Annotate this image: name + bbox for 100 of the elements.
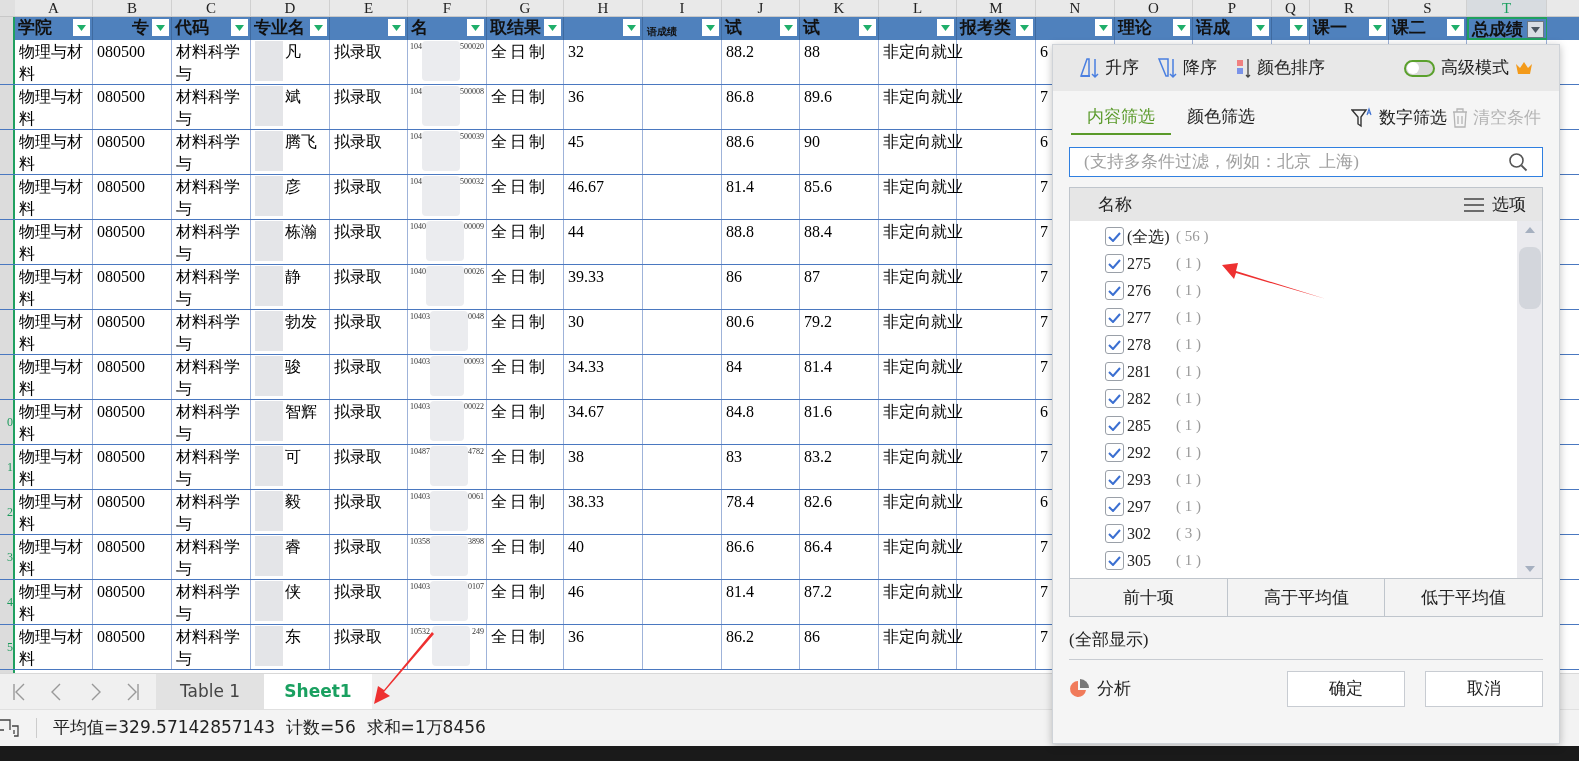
row-header[interactable] — [0, 355, 15, 399]
filter-dropdown-button[interactable] — [1252, 19, 1269, 36]
column-letter[interactable]: E — [330, 0, 408, 16]
toggle-switch[interactable] — [1404, 59, 1435, 77]
column-letter[interactable]: H — [564, 0, 643, 16]
filter-list-item[interactable]: 276 ( 1 ) — [1105, 277, 1255, 304]
filter-dropdown-button[interactable] — [231, 19, 248, 36]
filter-dropdown-button[interactable] — [702, 19, 719, 36]
cancel-button[interactable]: 取消 — [1425, 670, 1543, 707]
scroll-down-icon[interactable] — [1524, 566, 1535, 572]
filter-dropdown-button[interactable] — [1527, 21, 1544, 38]
checkbox[interactable] — [1105, 281, 1124, 300]
check-icon — [1108, 555, 1121, 566]
filter-dropdown-button[interactable] — [73, 19, 90, 36]
filter-list-item[interactable]: 285 ( 1 ) — [1105, 412, 1255, 439]
checkbox[interactable] — [1105, 416, 1124, 435]
dropdown-arrow-icon — [1451, 24, 1460, 31]
filter-tab[interactable]: 颜色筛选 — [1171, 101, 1271, 135]
search-field[interactable]: (支持多条件过滤，例如：北京 上海) — [1069, 147, 1543, 177]
column-letter[interactable]: J — [722, 0, 800, 16]
filter-list-item[interactable]: 292 ( 1 ) — [1105, 439, 1255, 466]
filter-list-item[interactable]: 302 ( 3 ) — [1105, 520, 1255, 547]
checkbox[interactable] — [1105, 362, 1124, 381]
row-header[interactable] — [0, 265, 15, 309]
sort-button[interactable]: 升序 — [1079, 55, 1139, 81]
row-header[interactable] — [0, 220, 15, 264]
table-cell: 81.4 — [726, 583, 754, 600]
column-letter[interactable]: B — [93, 0, 172, 16]
checkbox[interactable] — [1105, 443, 1124, 462]
filter-dropdown-button[interactable] — [623, 19, 640, 36]
filter-list-item[interactable]: 293 ( 1 ) — [1105, 466, 1255, 493]
sheet-tab[interactable]: Table 1 — [156, 674, 264, 709]
analyze-button[interactable]: 分析 — [1069, 675, 1131, 702]
table-cell: 00093 — [464, 356, 484, 368]
first-sheet-icon[interactable] — [12, 682, 26, 701]
filter-dropdown-button[interactable] — [1447, 19, 1464, 36]
row-header[interactable] — [0, 17, 15, 40]
filter-dropdown-button[interactable] — [544, 19, 561, 36]
column-letter[interactable]: O — [1115, 0, 1193, 16]
filter-dropdown-button[interactable] — [859, 19, 876, 36]
sort-button[interactable]: 降序 — [1157, 55, 1217, 81]
column-letter[interactable]: G — [487, 0, 564, 16]
row-header[interactable] — [0, 40, 15, 84]
checkbox[interactable] — [1105, 470, 1124, 489]
sort-button[interactable]: 颜色排序 — [1235, 55, 1325, 81]
scroll-up-icon[interactable] — [1524, 227, 1535, 233]
filter-dropdown-button[interactable] — [310, 19, 327, 36]
filter-dropdown-button[interactable] — [388, 19, 405, 36]
column-letter[interactable]: I — [643, 0, 722, 16]
filter-dropdown-button[interactable] — [467, 19, 484, 36]
filter-dropdown-button[interactable] — [1016, 19, 1033, 36]
checkbox[interactable] — [1105, 335, 1124, 354]
checkbox[interactable] — [1105, 497, 1124, 516]
ok-button[interactable]: 确定 — [1287, 670, 1405, 707]
last-sheet-icon[interactable] — [126, 682, 140, 701]
filter-dropdown-button[interactable] — [937, 19, 954, 36]
column-letter[interactable]: C — [172, 0, 251, 16]
filter-dropdown-button[interactable] — [1173, 19, 1190, 36]
column-letter[interactable]: R — [1310, 0, 1389, 16]
column-letter[interactable]: L — [879, 0, 957, 16]
column-letter[interactable]: F — [408, 0, 487, 16]
checkbox[interactable] — [1105, 524, 1124, 543]
filter-list-item[interactable]: (全选) ( 56 ) — [1105, 223, 1255, 250]
blurred-area — [255, 446, 283, 486]
row-header[interactable] — [0, 175, 15, 219]
column-letter[interactable]: M — [957, 0, 1036, 16]
filter-list-item[interactable]: 278 ( 1 ) — [1105, 331, 1255, 358]
dropdown-arrow-icon — [863, 24, 872, 31]
number-filter-button[interactable]: 数字筛选 — [1351, 101, 1447, 135]
row-header[interactable] — [0, 310, 15, 354]
column-header: 课一 — [1313, 17, 1347, 39]
filter-dropdown-button[interactable] — [1290, 19, 1307, 36]
column-letter[interactable]: D — [251, 0, 330, 16]
table-cell: 80.6 — [726, 313, 754, 330]
filter-list-item[interactable]: 275 ( 1 ) — [1105, 250, 1255, 277]
column-letter[interactable]: N — [1036, 0, 1115, 16]
column-letter[interactable]: K — [800, 0, 879, 16]
column-letter[interactable]: Q — [1272, 0, 1310, 16]
scrollbar-thumb[interactable] — [1518, 247, 1541, 309]
column-letter[interactable]: A — [15, 0, 93, 16]
checkbox[interactable] — [1105, 308, 1124, 327]
filter-dropdown-button[interactable] — [1369, 19, 1386, 36]
checkbox[interactable] — [1105, 389, 1124, 408]
filter-list-item[interactable]: 282 ( 1 ) — [1105, 385, 1255, 412]
options-button[interactable]: 选项 — [1464, 191, 1526, 218]
filter-list-item[interactable]: 277 ( 1 ) — [1105, 304, 1255, 331]
column-letter[interactable]: P — [1193, 0, 1272, 16]
filter-dropdown-button[interactable] — [152, 19, 169, 36]
filter-dropdown-button[interactable] — [1095, 19, 1112, 36]
filter-dropdown-button[interactable] — [780, 19, 797, 36]
row-header[interactable] — [0, 130, 15, 174]
filter-list-item[interactable]: 297 ( 1 ) — [1105, 493, 1255, 520]
table-cell: 拟录取 — [334, 178, 382, 195]
row-header[interactable] — [0, 85, 15, 129]
checkbox[interactable] — [1105, 254, 1124, 273]
filter-list-item[interactable]: 305 ( 1 ) — [1105, 547, 1255, 574]
checkbox[interactable] — [1105, 227, 1124, 246]
checkbox[interactable] — [1105, 551, 1124, 570]
filter-list-item[interactable]: 281 ( 1 ) — [1105, 358, 1255, 385]
scrollbar[interactable] — [1517, 221, 1542, 578]
